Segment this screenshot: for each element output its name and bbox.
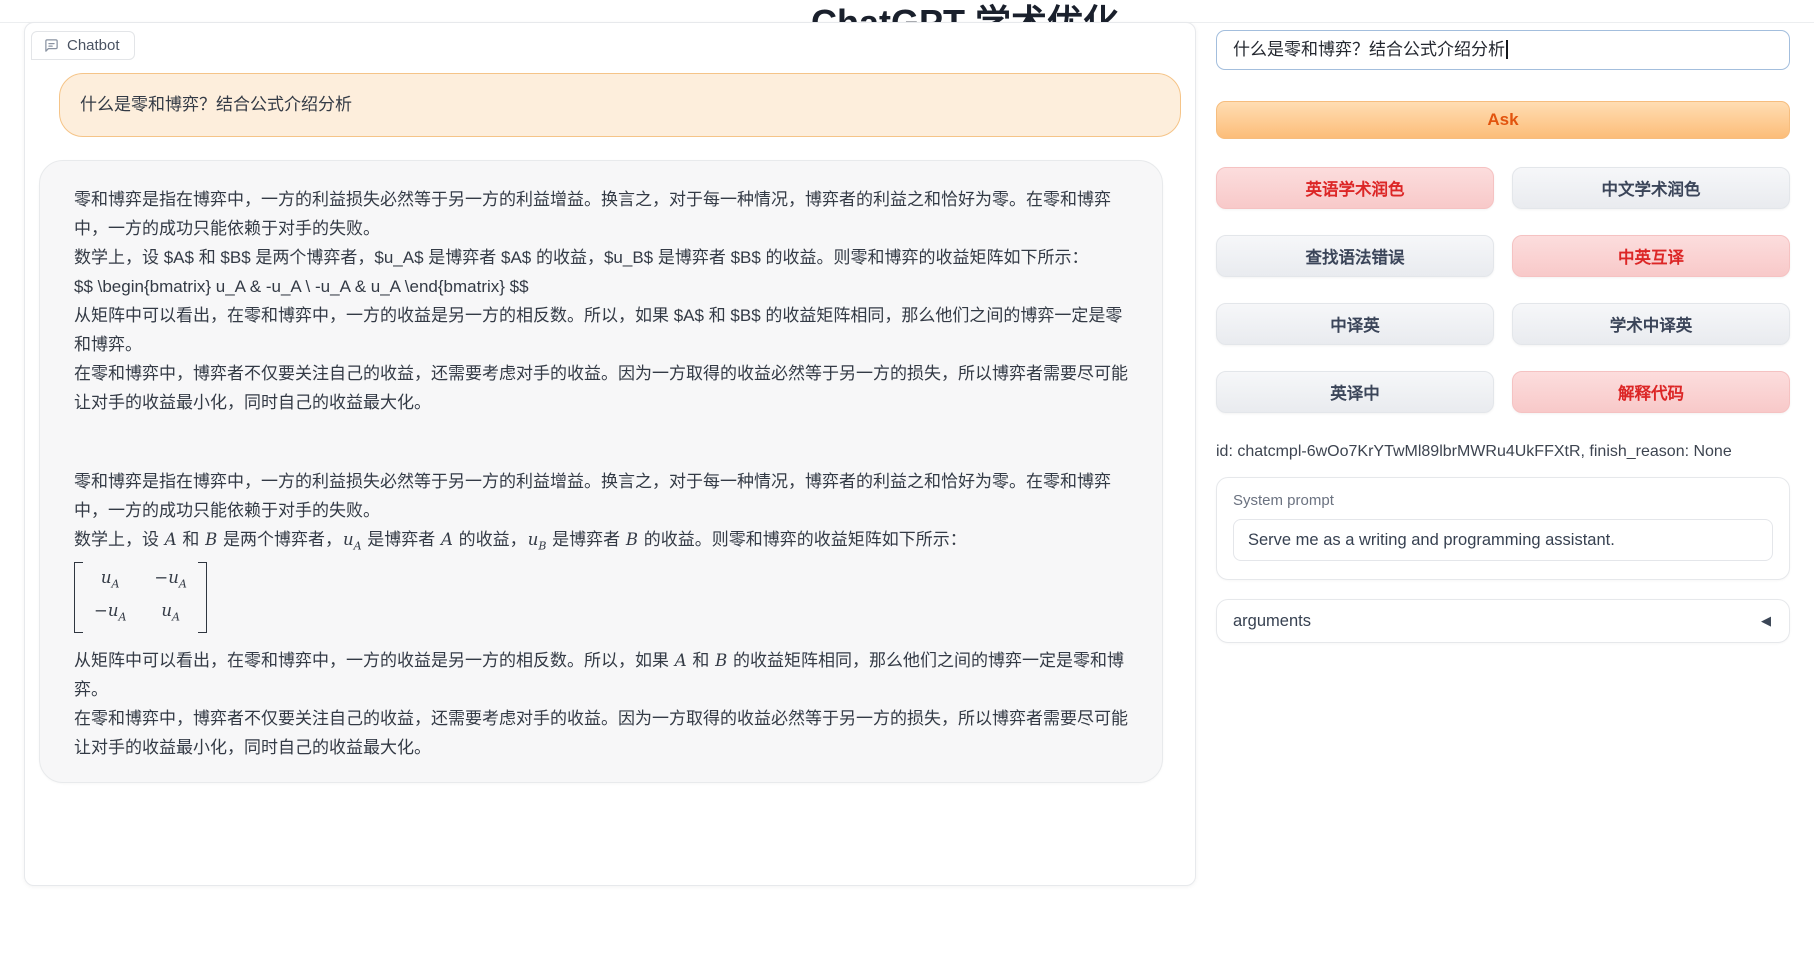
chatbot-label: Chatbot [67, 37, 120, 54]
chatbot-label-chip: Chatbot [31, 31, 135, 60]
arguments-label: arguments [1233, 612, 1311, 631]
bot-message-bubble: 零和博弈是指在博弈中，一方的利益损失必然等于另一方的利益增益。换言之，对于每一种… [39, 160, 1163, 783]
ask-button[interactable]: Ask [1216, 101, 1790, 139]
button-en-to-zh[interactable]: 英译中 [1216, 371, 1494, 413]
system-prompt-label: System prompt [1233, 492, 1773, 509]
right-panel: 什么是零和博弈？结合公式介绍分析 Ask 英语学术润色 中文学术润色 查找语法错… [1216, 30, 1790, 643]
arguments-accordion[interactable]: arguments ◀ [1216, 599, 1790, 643]
chat-bubble-icon [44, 38, 59, 53]
prompt-buttons-grid: 英语学术润色 中文学术润色 查找语法错误 中英互译 中译英 学术中译英 英译中 … [1216, 167, 1790, 413]
button-zh-to-en[interactable]: 中译英 [1216, 303, 1494, 345]
button-explain-code[interactable]: 解释代码 [1512, 371, 1790, 413]
question-input-value: 什么是零和博弈？结合公式介绍分析 [1233, 40, 1505, 59]
user-message-bubble: 什么是零和博弈？结合公式介绍分析 [59, 73, 1181, 137]
button-find-grammar-errors[interactable]: 查找语法错误 [1216, 235, 1494, 277]
button-chinese-academic-polish[interactable]: 中文学术润色 [1512, 167, 1790, 209]
chatbot-panel: Chatbot 什么是零和博弈？结合公式介绍分析 零和博弈是指在博弈中，一方的利… [24, 22, 1196, 886]
button-academic-zh-to-en[interactable]: 学术中译英 [1512, 303, 1790, 345]
question-input[interactable]: 什么是零和博弈？结合公式介绍分析 [1216, 30, 1790, 70]
system-prompt-input[interactable]: Serve me as a writing and programming as… [1233, 519, 1773, 561]
system-prompt-group: System prompt Serve me as a writing and … [1216, 477, 1790, 580]
collapse-arrow-icon: ◀ [1761, 613, 1771, 629]
status-line: id: chatcmpl-6wOo7KrYTwMl89lbrMWRu4UkFFX… [1216, 443, 1790, 461]
system-prompt-value: Serve me as a writing and programming as… [1248, 531, 1615, 549]
text-caret [1506, 40, 1508, 59]
bot-message: 零和博弈是指在博弈中，一方的利益损失必然等于另一方的利益增益。换言之，对于每一种… [74, 185, 1128, 762]
user-message-text: 什么是零和博弈？结合公式介绍分析 [80, 95, 352, 114]
button-english-academic-polish[interactable]: 英语学术润色 [1216, 167, 1494, 209]
button-zh-en-mutual-translate[interactable]: 中英互译 [1512, 235, 1790, 277]
